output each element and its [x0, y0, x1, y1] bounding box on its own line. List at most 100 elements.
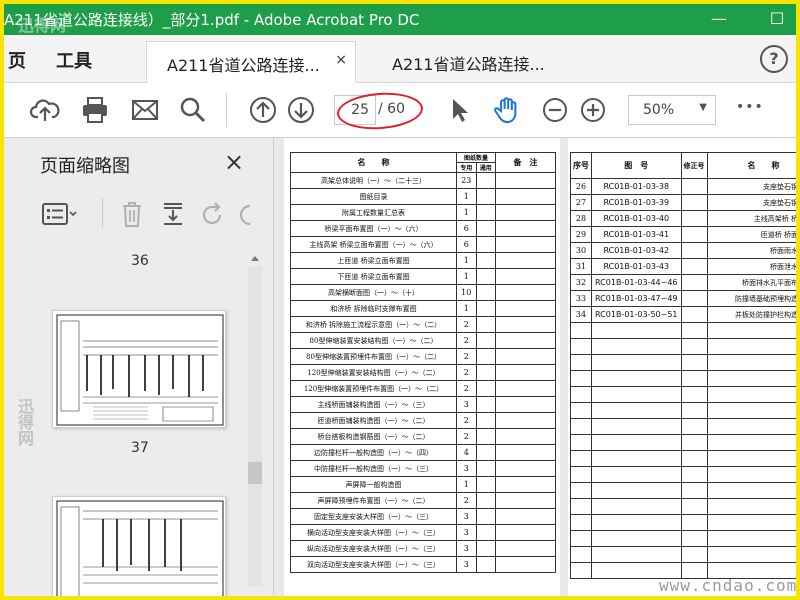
note-cell	[495, 252, 556, 269]
common-count-cell	[475, 428, 496, 445]
note-cell	[495, 316, 556, 333]
zoom-in-icon[interactable]	[578, 95, 608, 125]
tab-document-2[interactable]: A211省道公路连接...	[372, 41, 572, 83]
seq-cell	[570, 354, 592, 371]
drawing-name-cell	[706, 338, 796, 355]
table-row	[570, 322, 796, 339]
drawing-name-cell: 和济桥 拆除施工流程示意图（一）～（二）	[290, 316, 457, 333]
common-count-cell	[475, 300, 496, 317]
drawing-name-cell: 和济桥 拆除临时支撑布置图	[290, 300, 457, 317]
col-header-special: 专用	[456, 162, 477, 173]
drawing-name-cell: 桥面泄水口	[706, 258, 796, 275]
drawing-no-cell	[591, 402, 682, 419]
panel-close-button[interactable]: ×	[224, 148, 244, 176]
note-cell	[495, 348, 556, 365]
common-count-cell	[475, 220, 496, 237]
drawing-name-cell: 图纸目录	[290, 188, 457, 205]
common-count-cell	[475, 396, 496, 413]
select-cursor-icon[interactable]	[444, 95, 474, 125]
logo-watermark: 迅得网	[18, 16, 67, 35]
drawing-name-cell: 主线高架桥 桥面	[706, 210, 796, 227]
thumbnail-options-icon[interactable]	[42, 202, 78, 226]
drawing-name-cell: 横向活动型支座安装大样图（一）～（三）	[290, 524, 457, 541]
menu-page[interactable]: 页	[8, 47, 26, 73]
scroll-track[interactable]	[248, 266, 262, 586]
common-count-cell	[475, 284, 496, 301]
more-tools-button[interactable]: •••	[736, 99, 764, 115]
menu-tools[interactable]: 工具	[56, 47, 92, 73]
common-count-cell	[475, 316, 496, 333]
col-header-common: 通用	[475, 162, 496, 173]
previous-page-icon[interactable]	[248, 95, 278, 125]
thumbnail-scrollbar[interactable]	[246, 250, 264, 596]
revision-cell	[680, 530, 708, 547]
email-icon[interactable]	[130, 95, 160, 125]
page-thumbnail[interactable]	[52, 496, 226, 596]
drawing-no-cell: RC01B-01-03-40	[591, 210, 682, 227]
drawing-no-cell	[591, 498, 682, 515]
note-cell	[495, 444, 556, 461]
zoom-select[interactable]: 50% ▼	[628, 95, 716, 125]
scroll-thumb[interactable]	[248, 462, 262, 484]
drawing-name-cell: 固定型支座安装大样图（一）～（三）	[290, 508, 457, 525]
revision-cell	[680, 354, 708, 371]
maximize-button[interactable]: ☐	[762, 8, 792, 30]
next-page-icon[interactable]	[286, 95, 316, 125]
seq-cell	[570, 562, 592, 579]
rotate-clockwise-icon[interactable]	[238, 202, 258, 228]
tab-label: A211省道公路连接...	[167, 56, 320, 75]
drawing-name-cell	[706, 370, 796, 387]
col-header-revision: 修正号	[680, 152, 708, 179]
drawing-name-cell: 桥面排水孔平面布置	[706, 274, 796, 291]
drawing-name-cell: 附属工程数量汇总表	[290, 204, 457, 221]
col-header-seq: 序号	[570, 152, 592, 179]
drawing-name-cell: 主线高架 桥梁立面布置图（一）～（六）	[290, 236, 457, 253]
hand-tool-icon[interactable]	[492, 95, 522, 125]
help-button[interactable]: ?	[760, 45, 788, 73]
tab-document-1[interactable]: A211省道公路连接... ×	[146, 41, 356, 83]
print-icon[interactable]	[80, 95, 110, 125]
drawing-name-cell	[706, 402, 796, 419]
seq-cell	[570, 418, 592, 435]
minimize-button[interactable]: —	[704, 8, 734, 30]
document-view[interactable]: 名 称 图纸数量 备 注 专用 通用 高架总体说明（一）～（二十三） 23 图纸目录…	[274, 138, 796, 596]
toolbar-divider	[226, 93, 227, 127]
revision-cell	[680, 402, 708, 419]
sheet-count-cell: 2	[456, 428, 477, 445]
upload-cloud-icon[interactable]	[30, 95, 60, 125]
drawing-name-cell: 支座垫石钢筋	[706, 178, 796, 195]
table-row	[570, 354, 796, 371]
table-row: 26RC01B-01-03-38 支座垫石钢筋	[570, 178, 796, 195]
chevron-down-icon: ▼	[699, 102, 707, 113]
rotate-counterclockwise-icon[interactable]	[200, 202, 226, 228]
table-row: 上匝道 桥梁立面布置图 1	[290, 252, 556, 269]
zoom-out-icon[interactable]	[540, 95, 570, 125]
page-thumbnail[interactable]	[52, 310, 226, 428]
common-count-cell	[475, 364, 496, 381]
table-row: 33RC01B-01-03-47~49 防撞墙基础预埋构造钢	[570, 290, 796, 307]
sheet-count-cell: 3	[456, 396, 477, 413]
drawing-name-cell	[706, 386, 796, 403]
sheet-count-cell: 2	[456, 332, 477, 349]
sheet-count-cell: 3	[456, 524, 477, 541]
table-row: 34RC01B-01-03-50~51 并板处防撞护栏构造钢	[570, 306, 796, 323]
drawing-no-cell	[591, 386, 682, 403]
drawing-name-cell: 120型伸缩装置安装结构图（一）～（二）	[290, 364, 457, 381]
table-row: 32RC01B-01-03-44~46 桥面排水孔平面布置	[570, 274, 796, 291]
col-header-name: 名 称	[706, 152, 796, 179]
table-row	[570, 498, 796, 515]
drawing-number-table: 序号 图 号 修正号 名 称 26RC01B-01-03-38支座垫石钢筋27R…	[570, 152, 796, 579]
delete-icon[interactable]	[120, 200, 144, 228]
table-row: 下匝道 桥梁立面布置图 1	[290, 268, 556, 285]
scroll-up-icon[interactable]	[246, 251, 264, 265]
note-cell	[495, 204, 556, 221]
seq-cell	[570, 530, 592, 547]
drawing-no-cell	[591, 466, 682, 483]
tab-close-button[interactable]: ×	[335, 52, 347, 68]
search-icon[interactable]	[178, 95, 208, 125]
drawing-name-cell: 中防撞栏杆一般构造图（一）～（三）	[290, 460, 457, 477]
table-row	[570, 434, 796, 451]
table-row	[570, 418, 796, 435]
extract-page-icon[interactable]	[160, 200, 186, 228]
drawing-no-cell: RC01B-01-03-50~51	[591, 306, 682, 323]
